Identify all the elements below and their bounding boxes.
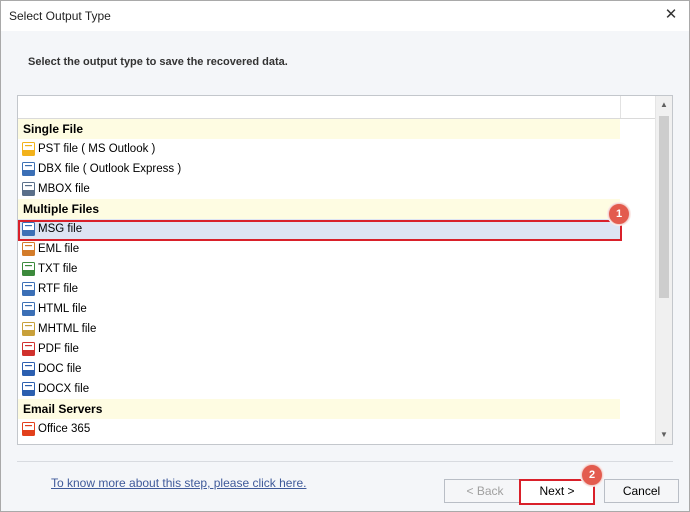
list-item-label: RTF file xyxy=(38,283,79,295)
back-button[interactable]: < Back xyxy=(444,479,526,503)
instruction-text: Select the output type to save the recov… xyxy=(28,56,288,68)
list-item[interactable]: PDF file xyxy=(18,339,620,359)
group-header: Email Servers xyxy=(18,399,620,419)
help-link[interactable]: To know more about this step, please cli… xyxy=(51,476,306,490)
step-2-badge: 2 xyxy=(581,464,603,486)
group-header: Single File xyxy=(18,119,620,139)
list-item-label: MBOX file xyxy=(38,183,90,195)
list-item[interactable]: MSG file xyxy=(18,219,620,239)
close-icon[interactable]: ✕ xyxy=(663,7,679,23)
list-item[interactable]: DOC file xyxy=(18,359,620,379)
docx-icon xyxy=(22,382,35,396)
list-header xyxy=(18,96,655,119)
list-item-label: MSG file xyxy=(38,223,83,235)
scroll-down-icon[interactable]: ▼ xyxy=(659,430,669,440)
list-item-label: DBX file ( Outlook Express ) xyxy=(38,163,182,175)
rtf-icon xyxy=(22,282,35,296)
list-item[interactable]: RTF file xyxy=(18,279,620,299)
pdf-icon xyxy=(22,342,35,356)
list-item[interactable]: DOCX file xyxy=(18,379,620,399)
list-item[interactable]: DBX file ( Outlook Express ) xyxy=(18,159,620,179)
list-item[interactable]: HTML file xyxy=(18,299,620,319)
output-type-list[interactable]: Single File PST file ( MS Outlook ) DBX fi… xyxy=(17,95,673,445)
list-item-label: PST file ( MS Outlook ) xyxy=(38,143,156,155)
list-item-label: DOCX file xyxy=(38,383,90,395)
list-rows: Single File PST file ( MS Outlook ) DBX fi… xyxy=(18,119,620,439)
list-item[interactable]: TXT file xyxy=(18,259,620,279)
dbx-icon xyxy=(22,162,35,176)
scroll-thumb[interactable] xyxy=(659,116,669,298)
select-output-type-dialog: Select Output Type ✕ Select the output t… xyxy=(0,0,690,512)
mbox-icon xyxy=(22,182,35,196)
mhtml-icon xyxy=(22,322,35,336)
list-item-label: PDF file xyxy=(38,343,79,355)
window-title: Select Output Type xyxy=(9,9,111,23)
list-item[interactable]: MBOX file xyxy=(18,179,620,199)
list-item-label: HTML file xyxy=(38,303,87,315)
list-item[interactable]: MHTML file xyxy=(18,319,620,339)
list-item[interactable]: Office 365 xyxy=(18,419,620,439)
list-item-label: EML file xyxy=(38,243,80,255)
scroll-up-icon[interactable]: ▲ xyxy=(659,100,669,110)
eml-icon xyxy=(22,242,35,256)
cancel-button[interactable]: Cancel xyxy=(604,479,679,503)
list-item-label: TXT file xyxy=(38,263,78,275)
pst-icon xyxy=(22,142,35,156)
list-item-label: MHTML file xyxy=(38,323,97,335)
doc-icon xyxy=(22,362,35,376)
office365-icon xyxy=(22,422,35,436)
list-item[interactable]: EML file xyxy=(18,239,620,259)
header-divider xyxy=(620,96,621,118)
title-bar: Select Output Type ✕ xyxy=(1,1,689,31)
list-item-label: Office 365 xyxy=(38,423,91,435)
list-item[interactable]: PST file ( MS Outlook ) xyxy=(18,139,620,159)
footer-divider xyxy=(17,461,673,462)
txt-icon xyxy=(22,262,35,276)
vertical-scrollbar[interactable]: ▲ ▼ xyxy=(655,96,672,444)
group-header: Multiple Files xyxy=(18,199,620,219)
msg-icon xyxy=(22,222,35,236)
step-1-badge: 1 xyxy=(608,203,630,225)
list-item-label: DOC file xyxy=(38,363,82,375)
html-icon xyxy=(22,302,35,316)
